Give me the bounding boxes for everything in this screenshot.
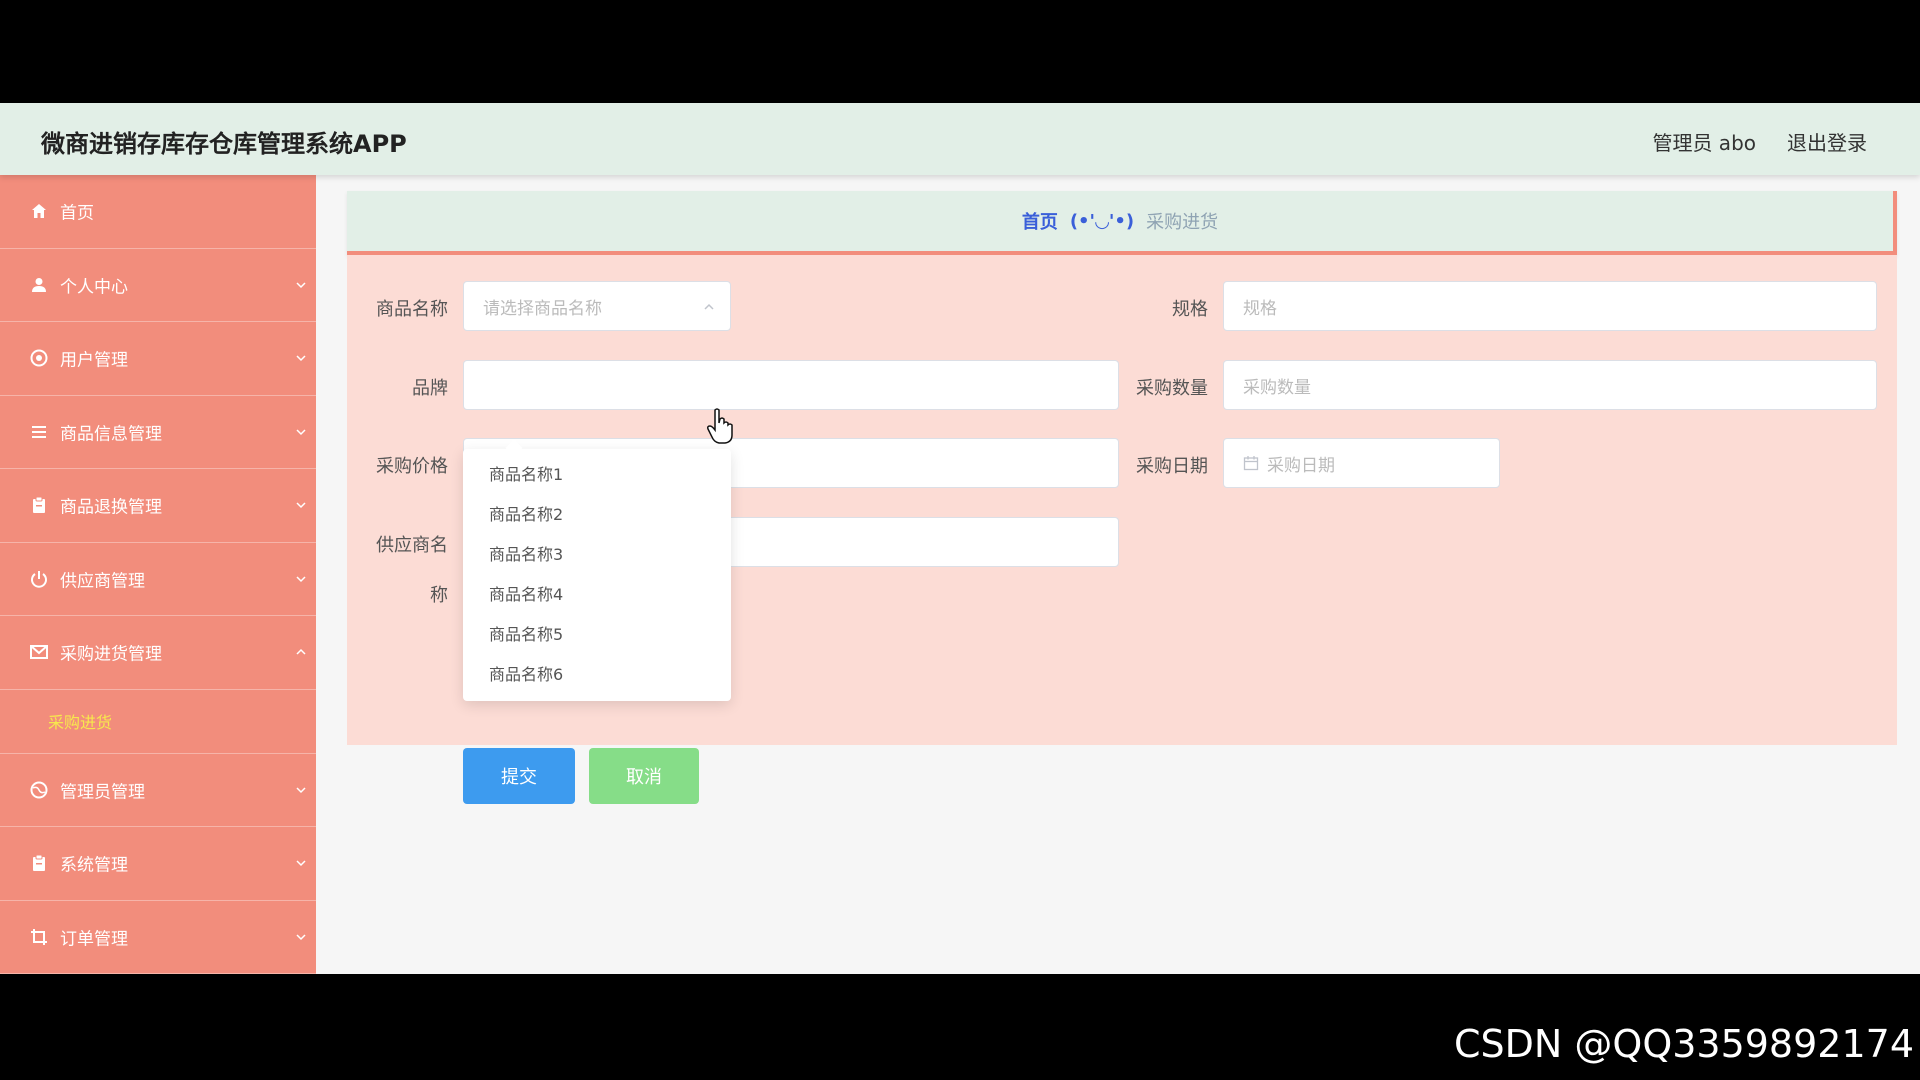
sidebar-item-users[interactable]: 用户管理 — [0, 322, 316, 396]
dropdown-option[interactable]: 商品名称5 — [463, 615, 731, 655]
chevron-down-icon — [296, 355, 306, 362]
chevron-down-icon — [296, 787, 306, 793]
sidebar-item-label: 采购进货管理 — [60, 644, 162, 665]
sidebar-item-admins[interactable]: 管理员管理 — [0, 754, 316, 827]
chevron-up-icon — [704, 303, 714, 310]
sidebar-item-returns[interactable]: 商品退换管理 — [0, 469, 316, 543]
breadcrumb-home-link[interactable]: 首页 — [1022, 208, 1058, 234]
sidebar-item-label: 管理员管理 — [60, 782, 145, 803]
chevron-up-icon — [296, 649, 306, 655]
settings-icon — [28, 347, 50, 369]
submit-button[interactable]: 提交 — [463, 748, 575, 804]
sidebar-item-purchasing[interactable]: 采购进货管理 — [0, 616, 316, 690]
sidebar-item-label: 用户管理 — [60, 350, 128, 371]
cancel-button[interactable]: 取消 — [589, 748, 699, 804]
top-bar: 微商进销存库存仓库管理系统APP 管理员 abo 退出登录 — [0, 103, 1920, 175]
spec-label: 规格 — [1172, 299, 1208, 320]
admin-label: 管理员 abo — [1652, 131, 1756, 155]
clipboard-icon — [28, 852, 50, 874]
sidebar-item-system[interactable]: 系统管理 — [0, 827, 316, 901]
calendar-icon — [1243, 456, 1259, 471]
dropdown-option[interactable]: 商品名称1 — [463, 455, 731, 495]
dropdown-option[interactable]: 商品名称2 — [463, 495, 731, 535]
sidebar: 首页 个人中心 用户管理 商品信息管理 商品退换管理 供应商管理 采购进货管理 … — [0, 175, 316, 974]
dropdown-option[interactable]: 商品名称6 — [463, 655, 731, 695]
sidebar-item-label: 首页 — [60, 203, 94, 224]
sidebar-item-label: 供应商管理 — [60, 571, 145, 592]
breadcrumb: 首页 (•'◡'•) 采购进货 — [347, 191, 1897, 255]
sidebar-item-products[interactable]: 商品信息管理 — [0, 396, 316, 469]
logout-link[interactable]: 退出登录 — [1787, 127, 1867, 156]
product-name-label: 商品名称 — [376, 299, 448, 320]
screen: 微商进销存库存仓库管理系统APP 管理员 abo 退出登录 首页 个人中心 用户… — [0, 0, 1920, 1080]
crop-icon — [28, 926, 50, 948]
chevron-down-icon — [296, 860, 306, 867]
product-name-dropdown: 商品名称1 商品名称2 商品名称3 商品名称4 商品名称5 商品名称6 — [463, 449, 731, 701]
spec-input[interactable]: 规格 — [1223, 281, 1877, 331]
sidebar-item-label: 系统管理 — [60, 855, 128, 876]
list-icon — [28, 421, 50, 443]
home-icon — [28, 200, 50, 222]
sidebar-item-label: 订单管理 — [60, 929, 128, 950]
sidebar-item-suppliers[interactable]: 供应商管理 — [0, 543, 316, 616]
dropdown-option[interactable]: 商品名称4 — [463, 575, 731, 615]
brand-label: 品牌 — [412, 378, 448, 399]
chevron-down-icon — [296, 282, 306, 288]
app-title: 微商进销存库存仓库管理系统APP — [41, 130, 407, 158]
date-label: 采购日期 — [1136, 456, 1208, 477]
sidebar-subitem-label: 采购进货 — [48, 713, 113, 732]
spec-placeholder: 规格 — [1243, 298, 1277, 319]
sidebar-item-label: 商品信息管理 — [60, 424, 162, 445]
chevron-down-icon — [296, 576, 306, 582]
dropdown-option[interactable]: 商品名称3 — [463, 535, 731, 575]
clipboard-icon — [28, 494, 50, 516]
mail-icon — [28, 641, 50, 663]
user-icon — [28, 274, 50, 296]
product-name-select[interactable]: 请选择商品名称 — [463, 281, 731, 331]
sidebar-item-orders[interactable]: 订单管理 — [0, 901, 316, 974]
sidebar-item-home[interactable]: 首页 — [0, 175, 316, 249]
supplier-label: 供应商名 — [376, 535, 448, 556]
sidebar-item-label: 商品退换管理 — [60, 497, 162, 518]
sidebar-item-label: 个人中心 — [60, 277, 128, 298]
supplier-label-wrap: 称 — [430, 585, 448, 606]
product-name-placeholder: 请选择商品名称 — [483, 298, 602, 319]
brand-input[interactable] — [463, 360, 1119, 410]
app-window: 微商进销存库存仓库管理系统APP 管理员 abo 退出登录 首页 个人中心 用户… — [0, 103, 1920, 974]
chevron-down-icon — [296, 934, 306, 940]
breadcrumb-separator: (•'◡'•) — [1069, 210, 1135, 232]
chevron-down-icon — [296, 429, 306, 435]
quantity-input[interactable]: 采购数量 — [1223, 360, 1877, 410]
quantity-placeholder: 采购数量 — [1243, 377, 1311, 398]
date-picker[interactable]: 采购日期 — [1223, 438, 1500, 488]
hand-cursor-icon — [707, 408, 733, 444]
globe-icon — [28, 779, 50, 801]
chevron-down-icon — [296, 502, 306, 509]
price-label: 采购价格 — [376, 456, 448, 477]
watermark: CSDN @QQ3359892174 — [1453, 1022, 1914, 1066]
quantity-label: 采购数量 — [1136, 378, 1208, 399]
sidebar-item-profile[interactable]: 个人中心 — [0, 249, 316, 322]
breadcrumb-current: 采购进货 — [1146, 212, 1219, 233]
power-icon — [28, 568, 50, 590]
date-placeholder: 采购日期 — [1267, 455, 1335, 476]
sidebar-subitem-purchase-stock[interactable]: 采购进货 — [0, 690, 316, 754]
